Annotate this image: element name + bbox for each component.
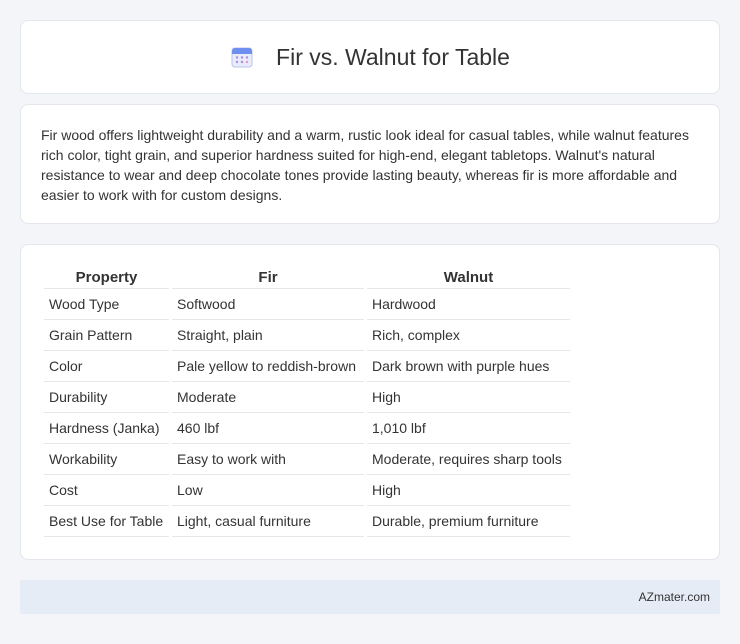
property-cell: Workability	[44, 444, 169, 475]
fir-cell: Moderate	[172, 382, 364, 413]
comparison-card: Property Fir Walnut Wood Type Softwood H…	[20, 244, 720, 560]
table-row: Best Use for Table Light, casual furnitu…	[44, 506, 570, 537]
table-row: Durability Moderate High	[44, 382, 570, 413]
walnut-cell: Moderate, requires sharp tools	[367, 444, 570, 475]
property-cell: Cost	[44, 475, 169, 506]
table-row: Grain Pattern Straight, plain Rich, comp…	[44, 320, 570, 351]
fir-cell: Easy to work with	[172, 444, 364, 475]
walnut-cell: Hardwood	[367, 289, 570, 320]
calendar-icon	[231, 47, 253, 68]
comparison-table: Property Fir Walnut Wood Type Softwood H…	[41, 265, 573, 537]
walnut-cell: High	[367, 475, 570, 506]
walnut-cell: Durable, premium furniture	[367, 506, 570, 537]
property-cell: Best Use for Table	[44, 506, 169, 537]
property-cell: Durability	[44, 382, 169, 413]
column-header-fir: Fir	[172, 265, 364, 289]
table-row: Hardness (Janka) 460 lbf 1,010 lbf	[44, 413, 570, 444]
intro-text: Fir wood offers lightweight durability a…	[41, 127, 689, 203]
title-wrap: Fir vs. Walnut for Table	[230, 44, 510, 71]
property-cell: Grain Pattern	[44, 320, 169, 351]
fir-cell: Pale yellow to reddish-brown	[172, 351, 364, 382]
title-card: Fir vs. Walnut for Table	[20, 20, 720, 94]
fir-cell: Low	[172, 475, 364, 506]
intro-card: Fir wood offers lightweight durability a…	[20, 104, 720, 224]
property-cell: Color	[44, 351, 169, 382]
property-cell: Hardness (Janka)	[44, 413, 169, 444]
table-row: Workability Easy to work with Moderate, …	[44, 444, 570, 475]
fir-cell: Light, casual furniture	[172, 506, 364, 537]
column-header-property: Property	[44, 265, 169, 289]
walnut-cell: 1,010 lbf	[367, 413, 570, 444]
footer-bar: AZmater.com	[20, 580, 720, 614]
table-row: Cost Low High	[44, 475, 570, 506]
fir-cell: Straight, plain	[172, 320, 364, 351]
walnut-cell: Rich, complex	[367, 320, 570, 351]
footer-site-link[interactable]: AZmater.com	[639, 590, 710, 604]
column-header-walnut: Walnut	[367, 265, 570, 289]
table-header-row: Property Fir Walnut	[44, 265, 570, 289]
property-cell: Wood Type	[44, 289, 169, 320]
table-row: Wood Type Softwood Hardwood	[44, 289, 570, 320]
fir-cell: 460 lbf	[172, 413, 364, 444]
walnut-cell: High	[367, 382, 570, 413]
page-title: Fir vs. Walnut for Table	[276, 43, 510, 70]
fir-cell: Softwood	[172, 289, 364, 320]
walnut-cell: Dark brown with purple hues	[367, 351, 570, 382]
table-row: Color Pale yellow to reddish-brown Dark …	[44, 351, 570, 382]
